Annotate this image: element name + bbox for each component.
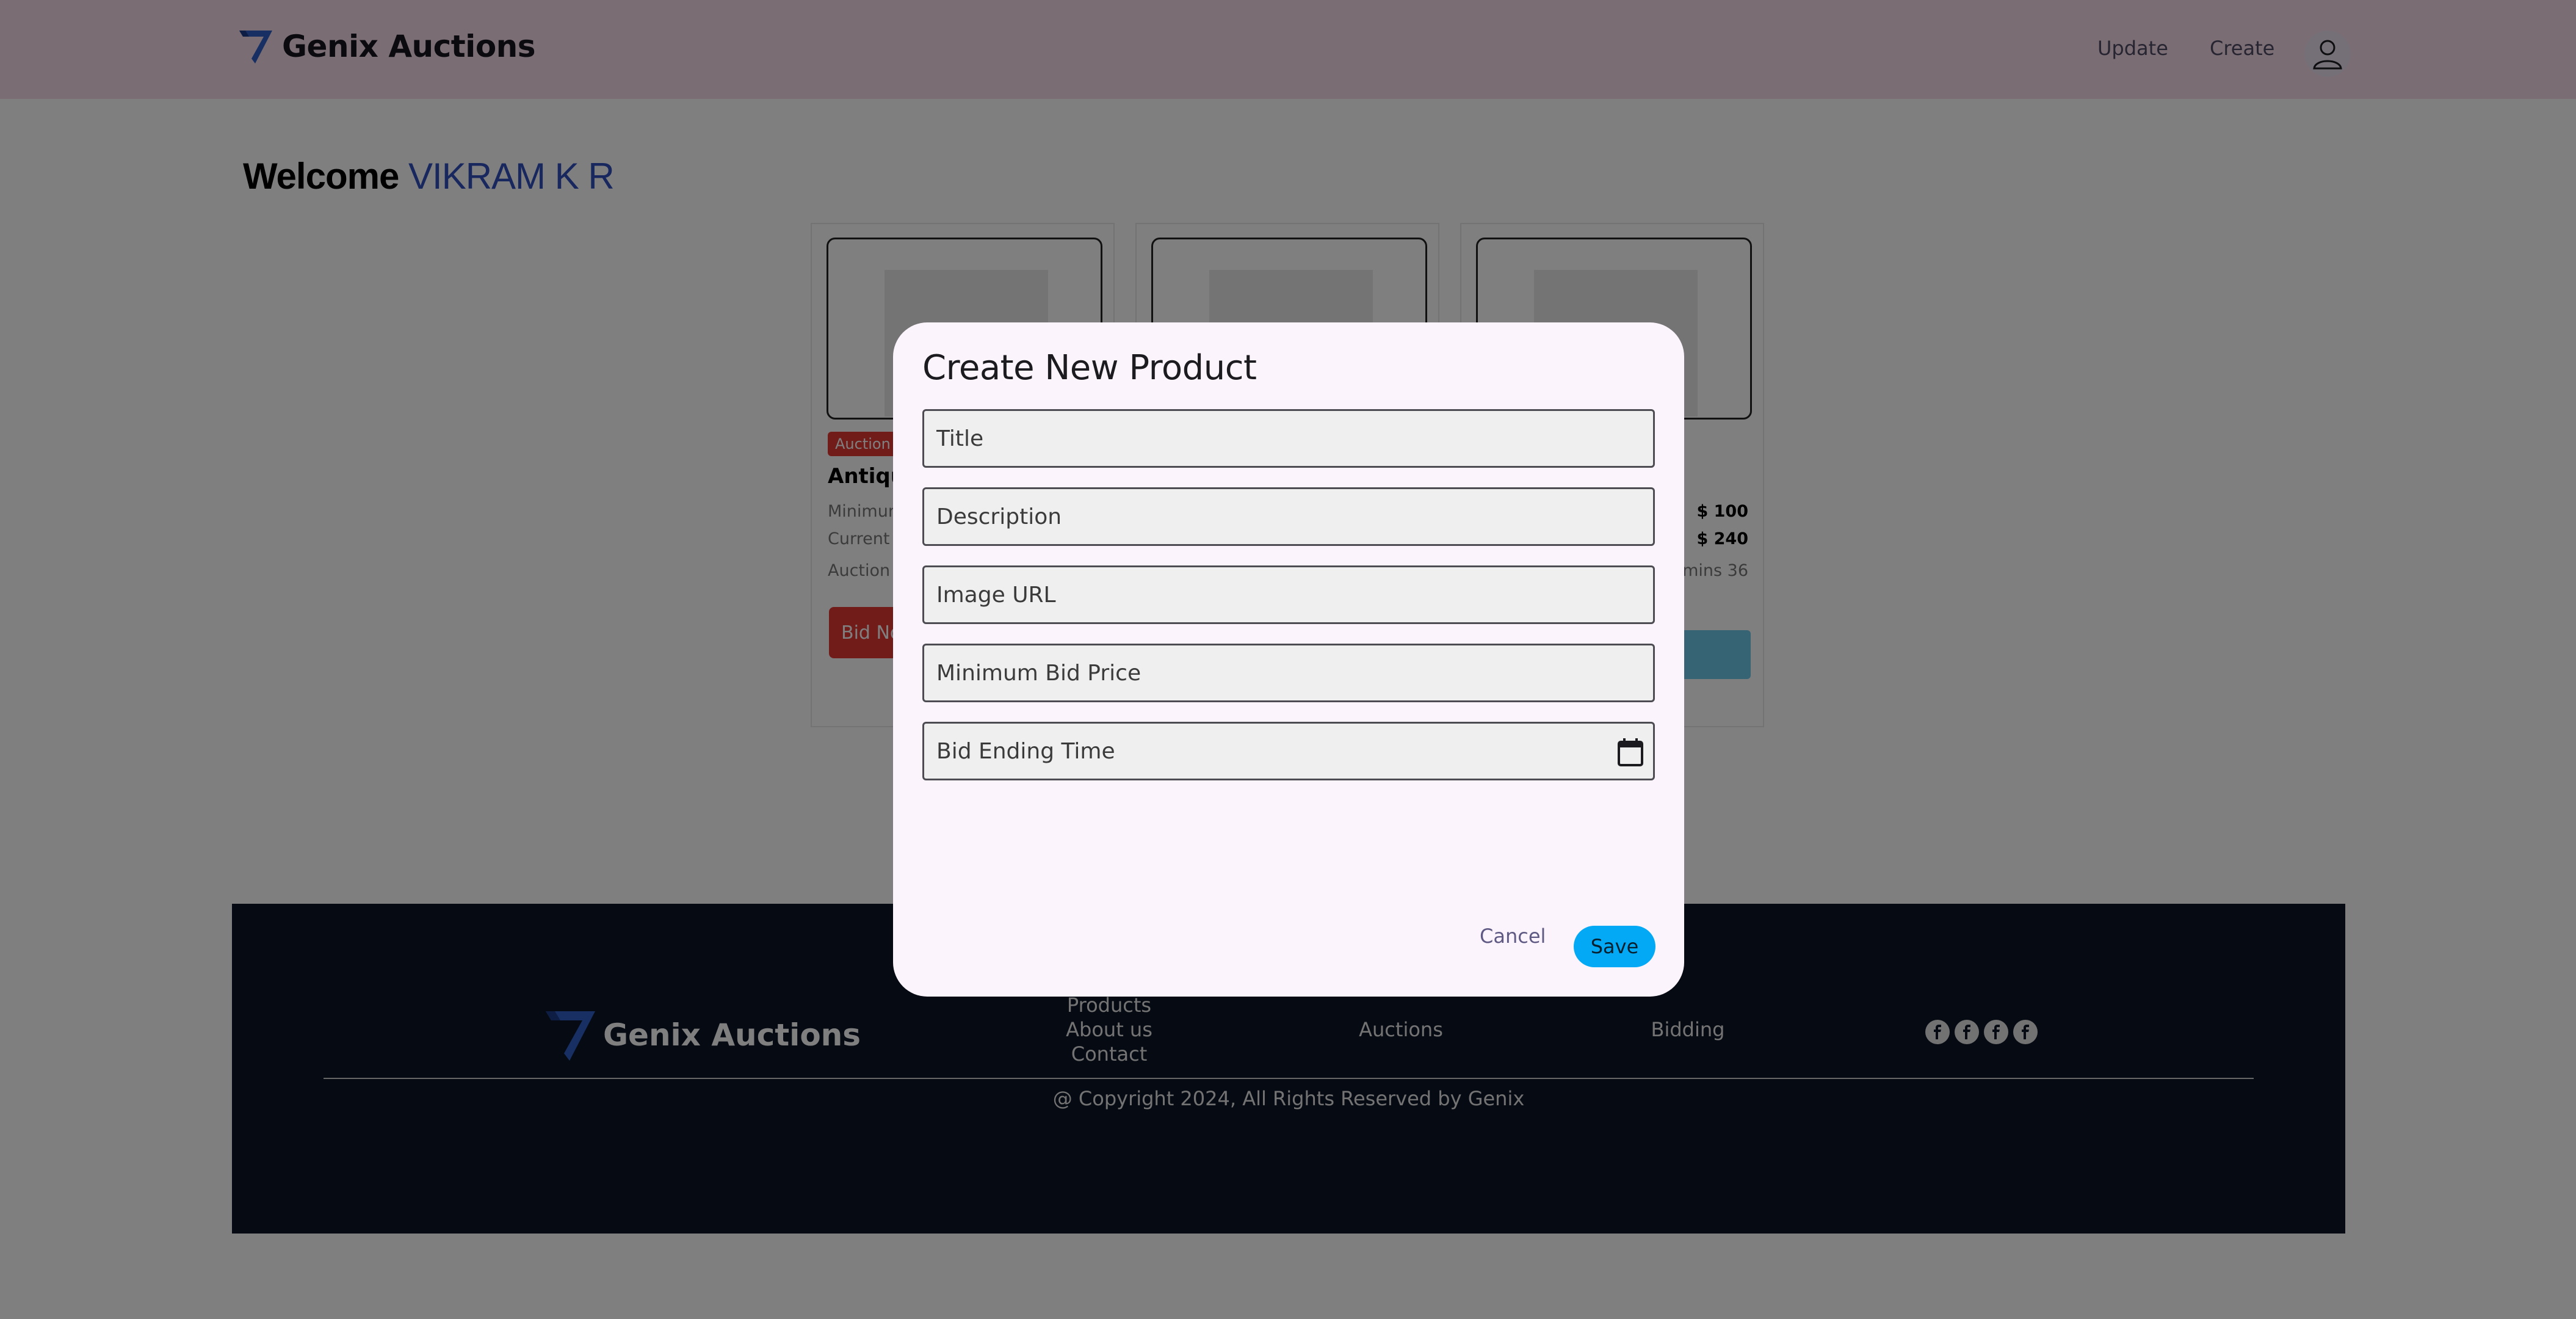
description-input[interactable] [924,489,1653,544]
calendar-icon[interactable] [1616,737,1644,768]
bid-ending-time-input[interactable] [924,724,1653,779]
cancel-button[interactable]: Cancel [1480,925,1546,948]
title-field[interactable] [922,409,1655,468]
min-bid-price-input[interactable] [924,645,1653,700]
bid-ending-time-field[interactable] [922,722,1655,780]
image-url-input[interactable] [924,567,1653,622]
dialog-title: Create New Product [922,348,1257,388]
description-field[interactable] [922,487,1655,546]
image-url-field[interactable] [922,565,1655,624]
title-input[interactable] [924,411,1653,466]
create-product-dialog: Create New Product Cancel Save [893,322,1684,997]
save-button[interactable]: Save [1574,926,1655,967]
page: Genix Auctions Update Create Welcome VIK… [0,0,2576,1319]
min-bid-price-field[interactable] [922,644,1655,702]
